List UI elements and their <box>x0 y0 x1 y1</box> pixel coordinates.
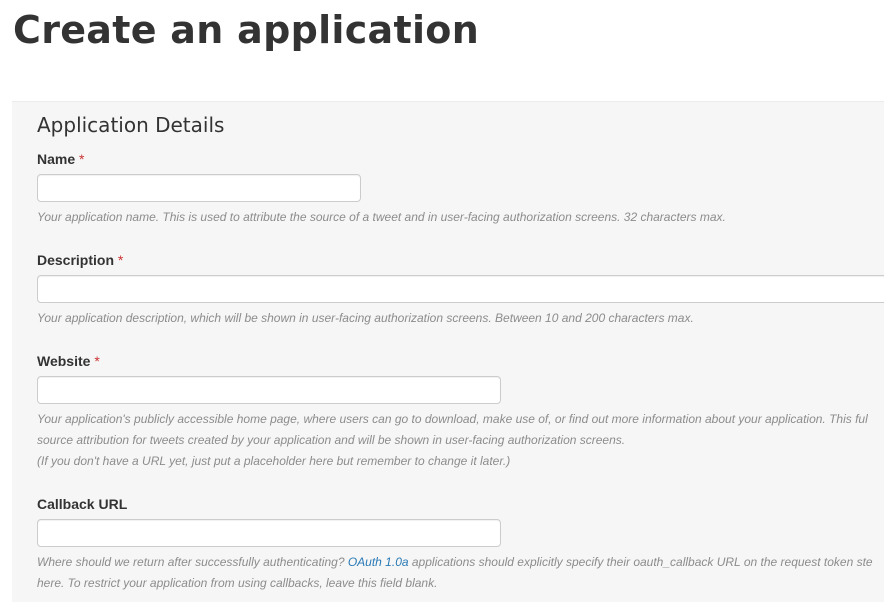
description-input[interactable] <box>37 275 884 303</box>
website-label: Website * <box>37 353 100 369</box>
callback-help-line-2: here. To restrict your application from … <box>37 576 438 590</box>
application-details-panel: Application Details Name * Your applicat… <box>12 101 884 602</box>
website-help-line-3: (If you don't have a URL yet, just put a… <box>37 454 511 468</box>
callback-url-input[interactable] <box>37 519 501 547</box>
description-label-text: Description <box>37 252 115 268</box>
name-label-text: Name <box>37 151 76 167</box>
section-title: Application Details <box>37 113 225 137</box>
description-label: Description * <box>37 252 123 268</box>
website-label-text: Website <box>37 353 91 369</box>
callback-help-pre: Where should we return after successfull… <box>37 555 348 569</box>
website-help-line-1: Your application's publicly accessible h… <box>37 412 868 426</box>
name-help-text: Your application name. This is used to a… <box>37 210 726 224</box>
website-help-line-2: source attribution for tweets created by… <box>37 433 626 447</box>
page-title: Create an application <box>13 8 480 52</box>
required-marker: * <box>94 353 100 369</box>
name-label: Name * <box>37 151 84 167</box>
callback-help-line-1: Where should we return after successfull… <box>37 552 873 573</box>
callback-url-label-text: Callback URL <box>37 496 128 512</box>
oauth-link[interactable]: OAuth 1.0a <box>348 555 409 569</box>
name-input[interactable] <box>37 174 361 202</box>
callback-help-post: applications should explicitly specify t… <box>408 555 873 569</box>
description-help-text: Your application description, which will… <box>37 311 694 325</box>
callback-url-label: Callback URL <box>37 496 127 512</box>
required-marker: * <box>79 151 85 167</box>
required-marker: * <box>117 252 124 268</box>
website-input[interactable] <box>37 376 501 404</box>
